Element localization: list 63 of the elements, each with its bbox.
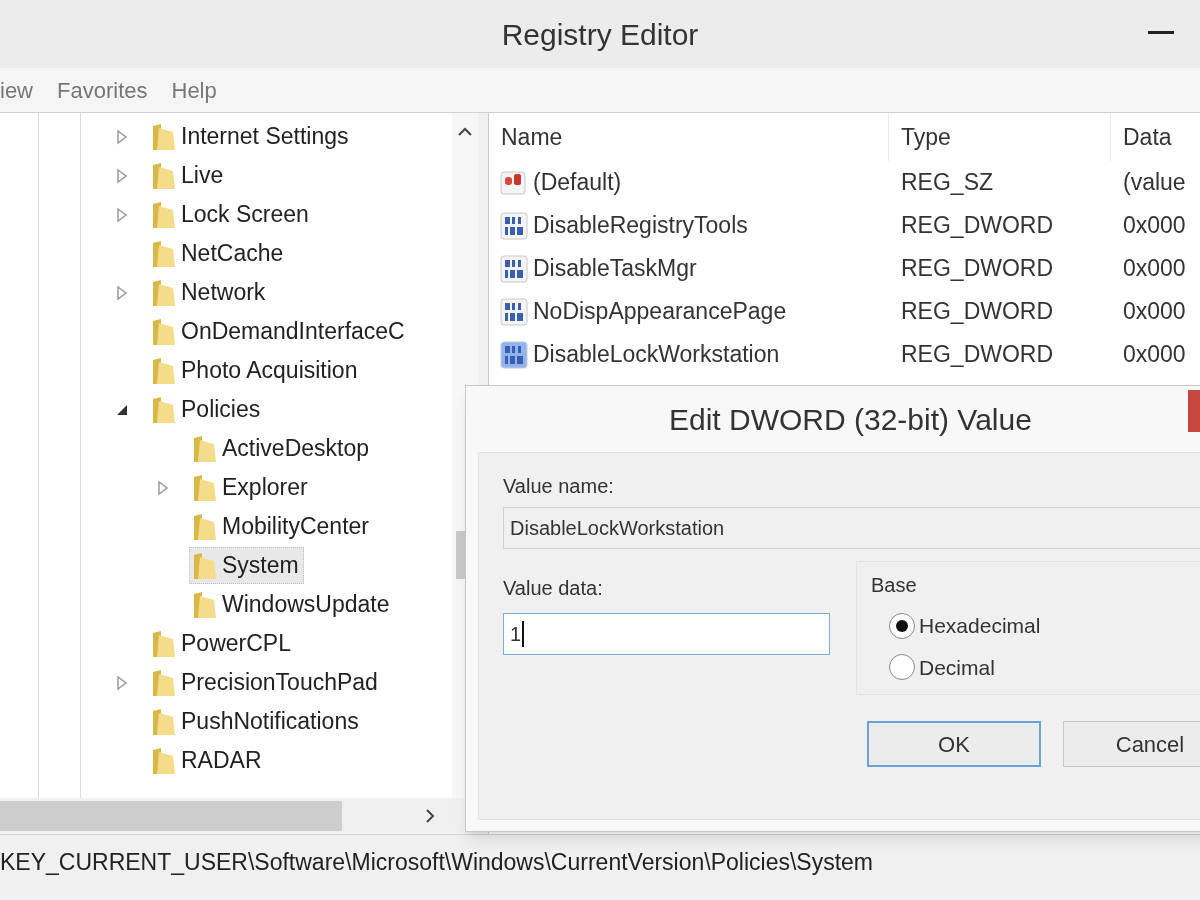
value-data-field[interactable]: 1 [503, 613, 830, 655]
value-name[interactable]: DisableLockWorkstation [533, 337, 780, 372]
value-name[interactable]: DisableTaskMgr [533, 251, 697, 286]
dialog-button[interactable]: Cancel [1063, 721, 1200, 767]
minimize-icon[interactable] [1148, 30, 1174, 36]
horizontal-scrollbar[interactable] [0, 798, 478, 834]
value-name-field[interactable]: DisableLockWorkstation [503, 507, 1200, 549]
dialog-title: Edit DWORD (32-bit) Value [669, 401, 1032, 438]
column-header[interactable]: Type [889, 113, 1111, 161]
tree-item[interactable]: System [189, 547, 304, 584]
tree-item[interactable]: Policies [148, 391, 266, 428]
tree-item[interactable]: WindowsUpdate [189, 586, 395, 623]
tree-item[interactable]: PushNotifications [148, 703, 364, 740]
column-header[interactable]: Data [1111, 113, 1200, 161]
expand-arrow-icon[interactable] [116, 206, 128, 223]
menu-item[interactable]: iew [0, 73, 33, 107]
tree-item[interactable]: MobilityCenter [189, 508, 374, 545]
value-type: REG_DWORD [900, 340, 1055, 370]
field-label: Value name: [503, 474, 615, 499]
tree-item[interactable]: OnDemandInterfaceC [148, 313, 410, 350]
menu-item[interactable]: Help [171, 73, 217, 107]
scrollbar-thumb[interactable] [0, 801, 342, 831]
expand-arrow-icon[interactable] [157, 479, 169, 496]
window-title: Registry Editor [501, 16, 699, 53]
value-data: 0x000 [1122, 254, 1187, 284]
value-name[interactable]: (Default) [533, 165, 622, 200]
scroll-up-icon[interactable] [457, 127, 473, 137]
tree-item[interactable]: PowerCPL [148, 625, 296, 662]
expand-arrow-icon[interactable] [116, 284, 128, 301]
dialog-button[interactable]: OK [867, 721, 1041, 767]
expand-arrow-icon[interactable] [116, 167, 128, 184]
tree-item[interactable]: RADAR [148, 742, 267, 779]
value-name[interactable]: DisableRegistryTools [533, 208, 748, 243]
value-data: (value [1122, 168, 1187, 198]
value-data: 0x000 [1122, 211, 1187, 241]
tree-item[interactable]: Live [148, 157, 229, 194]
radio-label[interactable]: Decimal [919, 651, 995, 683]
value-data: 0x000 [1122, 297, 1187, 327]
expand-arrow-icon[interactable] [116, 674, 128, 691]
menu-item[interactable]: Favorites [57, 73, 148, 107]
tree-item[interactable]: Network [148, 274, 271, 311]
status-path: KEY_CURRENT_USER\Software\Microsoft\Windows\CurrentVersion\Policies\System [0, 848, 873, 878]
value-data: 0x000 [1122, 340, 1187, 370]
group-label: Base [871, 573, 918, 598]
scroll-right-icon[interactable] [425, 808, 435, 824]
expand-arrow-icon[interactable] [116, 128, 128, 145]
value-name[interactable]: NoDispAppearancePage [533, 294, 787, 329]
tree-item[interactable]: Photo Acquisition [148, 352, 363, 389]
tree-item[interactable]: NetCache [148, 235, 289, 272]
column-header[interactable]: Name [489, 113, 889, 161]
tree-item[interactable]: PrecisionTouchPad [148, 664, 383, 701]
tree-item[interactable]: Explorer [189, 469, 313, 506]
tree-item[interactable]: Internet Settings [148, 118, 354, 155]
value-type: REG_DWORD [900, 297, 1055, 327]
tree-item[interactable]: ActiveDesktop [189, 430, 374, 467]
radio-label[interactable]: Hexadecimal [919, 610, 1041, 642]
field-label: Value data: [503, 576, 604, 601]
value-type: REG_DWORD [900, 254, 1055, 284]
value-type: REG_DWORD [900, 211, 1055, 241]
tree-item[interactable]: Lock Screen [148, 196, 314, 233]
radio-button[interactable] [889, 612, 915, 639]
value-type: REG_SZ [900, 168, 995, 198]
radio-button[interactable] [889, 654, 915, 681]
